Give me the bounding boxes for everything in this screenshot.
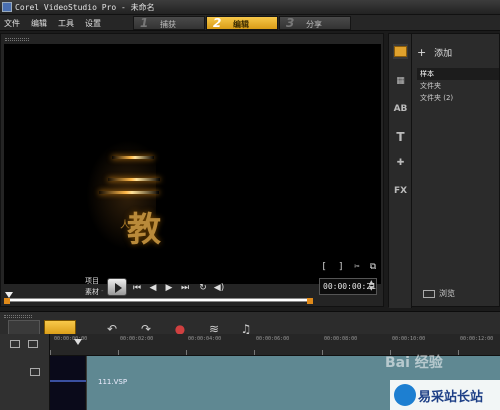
mark-out-button[interactable]: ] <box>335 262 347 274</box>
step-capture-tab[interactable]: 1 捕获 <box>133 16 205 30</box>
browse-icon[interactable] <box>423 290 435 298</box>
tick-label: 00:00:08:00 <box>324 336 358 342</box>
media-icon[interactable] <box>393 44 408 59</box>
timecode-spinner[interactable]: ▲ ▼ <box>369 280 374 292</box>
menu-tools[interactable]: 工具 <box>58 18 74 29</box>
tick <box>50 350 51 355</box>
track-list-icon[interactable] <box>10 340 20 348</box>
transition-icon[interactable]: ▦ <box>393 74 408 89</box>
overlay-char-big: 教 <box>127 210 161 250</box>
add-label: 添加 <box>434 49 453 59</box>
previous-frame-icon[interactable]: ◀ <box>147 282 159 294</box>
baidu-watermark: Bai 经验 <box>385 355 443 371</box>
tick <box>322 350 323 355</box>
end-icon[interactable]: ⏭ <box>179 282 191 294</box>
mode-separator: - <box>101 287 104 295</box>
track-manager-icon[interactable] <box>28 340 38 348</box>
video-clip-thumbnail[interactable] <box>50 356 86 410</box>
glow-stroke <box>99 191 159 194</box>
folder-item-2[interactable]: 文件夹 (2) <box>417 92 499 104</box>
title-bar: Corel VideoStudio Pro - 未命名 <box>0 0 500 15</box>
step-label: 捕获 <box>160 20 176 29</box>
tick-label: 00:00:12:00 <box>460 336 494 342</box>
preview-panel: 人 教 [ ] ✂ ⧉ 项目 素材 - ⏮ ◀ ▶ ⏭ ↻ ◀) 00:00:0… <box>0 33 384 307</box>
folder-item-1[interactable]: 文件夹 <box>417 80 499 92</box>
glow-stroke <box>108 178 160 181</box>
playback-controls: 项目 素材 - ⏮ ◀ ▶ ⏭ ↻ ◀) 00:00:00:21 ▲ ▼ <box>1 274 385 306</box>
next-frame-icon[interactable]: ▶ <box>163 282 175 294</box>
glow-stroke <box>112 156 154 159</box>
track-headers <box>0 334 50 410</box>
text-t-icon[interactable]: T <box>393 130 408 145</box>
browse-button[interactable]: 浏览 <box>439 288 455 299</box>
graphic-icon[interactable]: ✚ <box>393 156 408 171</box>
step-label: 分享 <box>306 20 322 29</box>
folder-list: 样本 文件夹 文件夹 (2) <box>417 68 499 104</box>
menu-bar: 文件 编辑 工具 设置 1 捕获 2 编辑 3 分享 <box>0 15 500 31</box>
home-icon[interactable]: ⏮ <box>131 282 143 294</box>
timeline-playhead[interactable] <box>74 339 82 345</box>
tick <box>118 350 119 355</box>
tick-label: 00:00:06:00 <box>256 336 290 342</box>
volume-icon[interactable]: ◀) <box>213 282 225 294</box>
split-clip-icon[interactable]: ✂ <box>351 262 363 274</box>
app-icon <box>2 2 12 12</box>
menu-settings[interactable]: 设置 <box>85 18 101 29</box>
library-panel: ▦ AB T ✚ FX + 添加 样本 文件夹 文件夹 (2) 浏览 <box>388 33 500 308</box>
clip-name: 111.VSP <box>98 378 128 386</box>
plus-icon: + <box>417 46 427 59</box>
menu-edit[interactable]: 编辑 <box>31 18 47 29</box>
step-share-tab[interactable]: 3 分享 <box>279 16 351 30</box>
play-button[interactable] <box>107 278 127 296</box>
title-ab-icon[interactable]: AB <box>393 102 408 117</box>
step-number: 1 <box>140 16 149 30</box>
fx-icon[interactable]: FX <box>393 184 408 199</box>
tick <box>458 350 459 355</box>
library-tabs: ▦ AB T ✚ FX <box>389 34 412 308</box>
tick-label: 00:00:00:00 <box>54 336 88 342</box>
site-watermark: 易采站长站 <box>390 380 500 410</box>
folder-item-sample[interactable]: 样本 <box>417 68 499 80</box>
step-number: 3 <box>286 16 295 30</box>
tick-label: 00:00:02:00 <box>120 336 154 342</box>
preview-screen: 人 教 <box>4 44 381 284</box>
menu-file[interactable]: 文件 <box>4 18 20 29</box>
tick-label: 00:00:10:00 <box>392 336 426 342</box>
mode-project-label[interactable]: 项目 <box>85 276 99 286</box>
mode-clip-label[interactable]: 素材 <box>85 287 99 297</box>
watermark-logo-icon <box>394 384 416 406</box>
tick <box>186 350 187 355</box>
watermark-text: 易采站长站 <box>418 390 484 405</box>
add-folder-button[interactable]: + 添加 <box>417 46 452 59</box>
tick-label: 00:00:04:00 <box>188 336 222 342</box>
step-number: 2 <box>213 16 222 30</box>
step-edit-tab[interactable]: 2 编辑 <box>206 16 278 30</box>
repeat-icon[interactable]: ↻ <box>197 282 209 294</box>
step-label: 编辑 <box>233 20 249 29</box>
window-title: Corel VideoStudio Pro - 未命名 <box>15 3 155 12</box>
mark-in-button[interactable]: [ <box>318 262 330 274</box>
panel-grip[interactable] <box>5 38 29 41</box>
enlarge-preview-icon[interactable]: ⧉ <box>367 262 379 274</box>
video-track-icon[interactable] <box>30 368 40 376</box>
tick <box>254 350 255 355</box>
